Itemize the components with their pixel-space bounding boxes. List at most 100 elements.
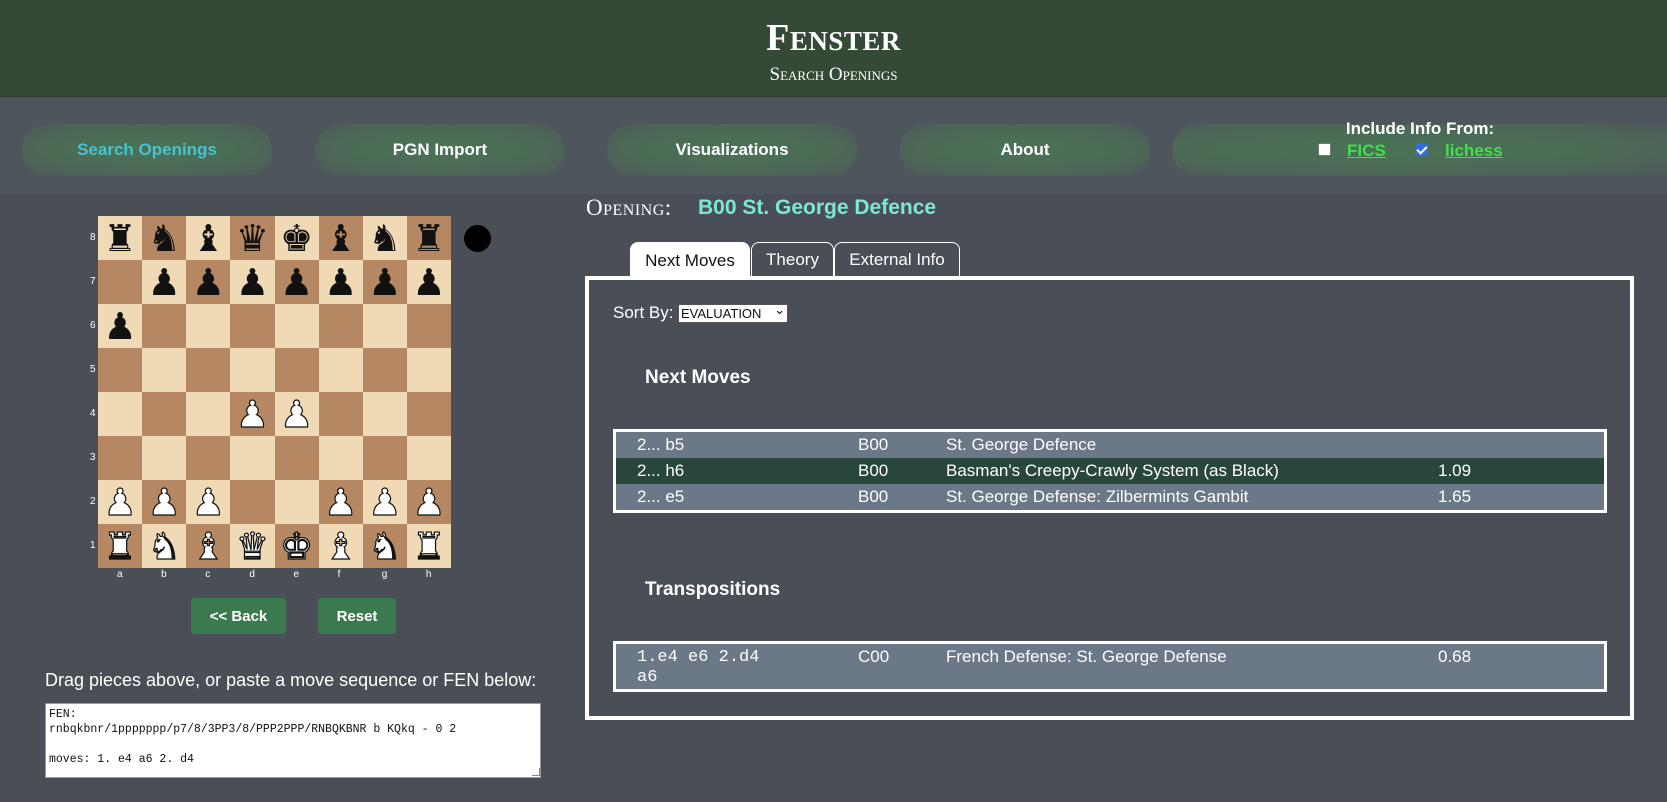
square-a2[interactable]: ♟ xyxy=(98,480,143,524)
nav-search-openings[interactable]: Search Openings xyxy=(22,124,272,176)
white-pawn-icon[interactable]: ♟ xyxy=(368,483,402,521)
white-pawn-icon[interactable]: ♟ xyxy=(279,395,313,433)
square-g2[interactable]: ♟ xyxy=(362,480,407,524)
square-f5[interactable] xyxy=(318,348,363,392)
square-d6[interactable] xyxy=(230,304,275,348)
white-bishop-icon[interactable]: ♝ xyxy=(191,527,225,565)
white-pawn-icon[interactable]: ♟ xyxy=(103,483,137,521)
square-c6[interactable] xyxy=(186,304,231,348)
square-f4[interactable] xyxy=(318,392,363,436)
white-rook-icon[interactable]: ♜ xyxy=(103,527,137,565)
black-knight-icon[interactable]: ♞ xyxy=(148,220,181,257)
square-g1[interactable]: ♞ xyxy=(362,524,407,568)
black-pawn-icon[interactable]: ♟ xyxy=(192,264,225,301)
tab-theory[interactable]: Theory xyxy=(751,242,834,277)
square-g7[interactable]: ♟ xyxy=(362,260,407,304)
square-b5[interactable] xyxy=(142,348,187,392)
square-b7[interactable]: ♟ xyxy=(142,260,187,304)
square-c1[interactable]: ♝ xyxy=(186,524,231,568)
square-c7[interactable]: ♟ xyxy=(186,260,231,304)
back-button[interactable]: << Back xyxy=(191,598,286,634)
square-h6[interactable] xyxy=(406,304,451,348)
square-h4[interactable] xyxy=(406,392,451,436)
fics-link[interactable]: FICS xyxy=(1347,141,1386,161)
square-b2[interactable]: ♟ xyxy=(142,480,187,524)
square-b3[interactable] xyxy=(142,436,187,480)
square-g4[interactable] xyxy=(362,392,407,436)
square-e3[interactable] xyxy=(274,436,319,480)
square-b6[interactable] xyxy=(142,304,187,348)
black-pawn-icon[interactable]: ♟ xyxy=(280,264,313,301)
white-pawn-icon[interactable]: ♟ xyxy=(147,483,181,521)
square-c4[interactable] xyxy=(186,392,231,436)
square-d4[interactable]: ♟ xyxy=(230,392,275,436)
square-e4[interactable]: ♟ xyxy=(274,392,319,436)
square-d8[interactable]: ♛ xyxy=(230,216,275,260)
white-bishop-icon[interactable]: ♝ xyxy=(323,527,357,565)
square-b8[interactable]: ♞ xyxy=(142,216,187,260)
square-a8[interactable]: ♜ xyxy=(98,216,143,260)
black-pawn-icon[interactable]: ♟ xyxy=(148,264,181,301)
square-f8[interactable]: ♝ xyxy=(318,216,363,260)
square-g3[interactable] xyxy=(362,436,407,480)
black-pawn-icon[interactable]: ♟ xyxy=(324,264,357,301)
square-e6[interactable] xyxy=(274,304,319,348)
square-d3[interactable] xyxy=(230,436,275,480)
square-e1[interactable]: ♚ xyxy=(274,524,319,568)
square-d5[interactable] xyxy=(230,348,275,392)
square-c3[interactable] xyxy=(186,436,231,480)
square-a6[interactable]: ♟ xyxy=(98,304,143,348)
white-pawn-icon[interactable]: ♟ xyxy=(323,483,357,521)
square-e2[interactable] xyxy=(274,480,319,524)
square-f7[interactable]: ♟ xyxy=(318,260,363,304)
black-pawn-icon[interactable]: ♟ xyxy=(368,264,401,301)
white-knight-icon[interactable]: ♞ xyxy=(368,527,402,565)
square-b1[interactable]: ♞ xyxy=(142,524,187,568)
square-h7[interactable]: ♟ xyxy=(406,260,451,304)
white-rook-icon[interactable]: ♜ xyxy=(412,527,446,565)
white-king-icon[interactable]: ♚ xyxy=(279,527,313,565)
square-c8[interactable]: ♝ xyxy=(186,216,231,260)
square-g5[interactable] xyxy=(362,348,407,392)
square-g6[interactable] xyxy=(362,304,407,348)
black-knight-icon[interactable]: ♞ xyxy=(368,220,401,257)
fen-moves-textarea[interactable]: FEN: rnbqkbnr/1ppppppp/p7/8/3PP3/8/PPP2P… xyxy=(45,703,541,778)
lichess-link[interactable]: lichess xyxy=(1445,141,1503,161)
square-e8[interactable]: ♚ xyxy=(274,216,319,260)
square-f1[interactable]: ♝ xyxy=(318,524,363,568)
square-d7[interactable]: ♟ xyxy=(230,260,275,304)
nav-about[interactable]: About xyxy=(900,124,1150,176)
square-h5[interactable] xyxy=(406,348,451,392)
square-f3[interactable] xyxy=(318,436,363,480)
black-pawn-icon[interactable]: ♟ xyxy=(103,308,136,345)
black-rook-icon[interactable]: ♜ xyxy=(103,220,136,257)
square-c2[interactable]: ♟ xyxy=(186,480,231,524)
white-pawn-icon[interactable]: ♟ xyxy=(412,483,446,521)
black-bishop-icon[interactable]: ♝ xyxy=(324,220,357,257)
resize-handle[interactable] xyxy=(532,768,540,776)
square-h3[interactable] xyxy=(406,436,451,480)
square-g8[interactable]: ♞ xyxy=(362,216,407,260)
square-e7[interactable]: ♟ xyxy=(274,260,319,304)
square-e5[interactable] xyxy=(274,348,319,392)
black-king-icon[interactable]: ♚ xyxy=(280,220,313,257)
square-c5[interactable] xyxy=(186,348,231,392)
table-row[interactable]: 2... b5 B00 St. George Defence xyxy=(616,432,1604,458)
square-a3[interactable] xyxy=(98,436,143,480)
sort-by-select[interactable]: EVALUATION xyxy=(678,301,788,323)
fics-checkbox[interactable] xyxy=(1318,143,1331,156)
tab-next-moves[interactable]: Next Moves xyxy=(630,242,750,279)
nav-visualizations[interactable]: Visualizations xyxy=(607,124,857,176)
white-pawn-icon[interactable]: ♟ xyxy=(191,483,225,521)
square-d1[interactable]: ♛ xyxy=(230,524,275,568)
black-pawn-icon[interactable]: ♟ xyxy=(412,264,445,301)
square-b4[interactable] xyxy=(142,392,187,436)
black-bishop-icon[interactable]: ♝ xyxy=(192,220,225,257)
white-queen-icon[interactable]: ♛ xyxy=(235,527,269,565)
square-a5[interactable] xyxy=(98,348,143,392)
square-h2[interactable]: ♟ xyxy=(406,480,451,524)
table-row[interactable]: 2... h6 B00 Basman's Creepy-Crawly Syste… xyxy=(616,458,1604,484)
square-a7[interactable] xyxy=(98,260,143,304)
white-pawn-icon[interactable]: ♟ xyxy=(235,395,269,433)
square-a1[interactable]: ♜ xyxy=(98,524,143,568)
